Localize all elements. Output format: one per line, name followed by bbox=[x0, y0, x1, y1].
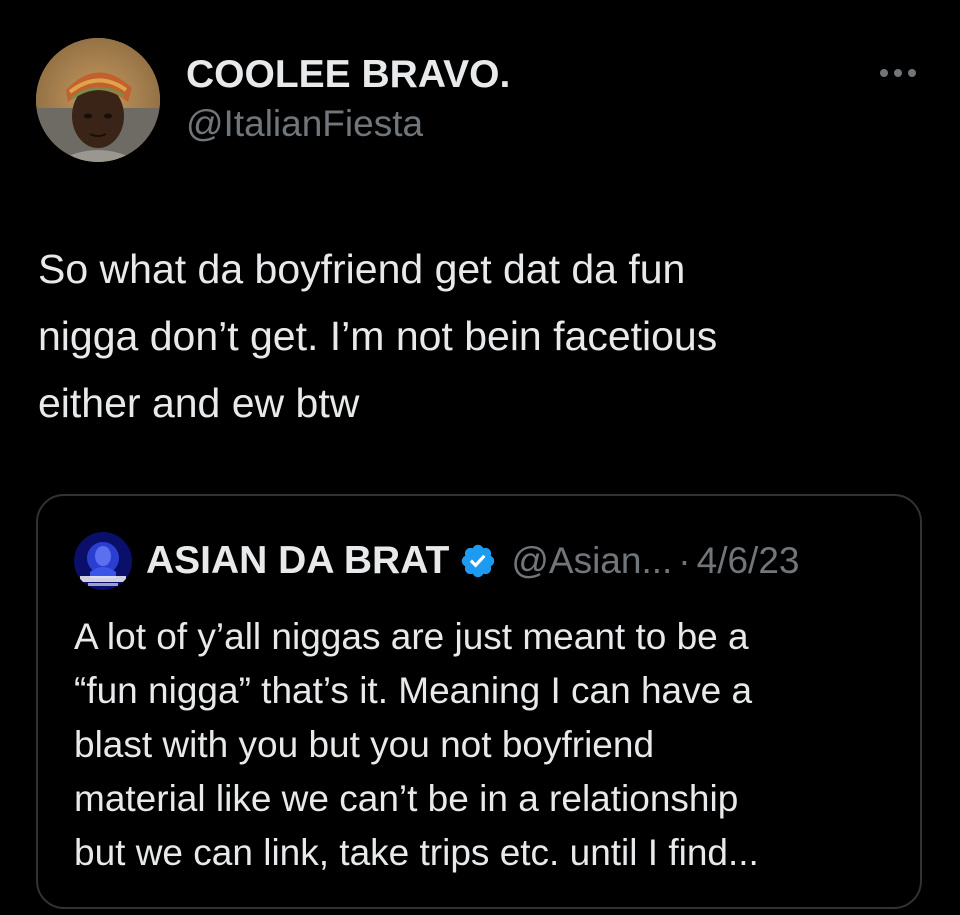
avatar-photo-icon bbox=[74, 532, 132, 590]
more-horizontal-icon bbox=[894, 69, 902, 77]
quoted-text-line: “fun nigga” that’s it. Meaning I can hav… bbox=[74, 670, 753, 711]
separator-dot: · bbox=[678, 540, 691, 581]
author-avatar[interactable] bbox=[36, 38, 160, 162]
quoted-tweet-card[interactable]: ASIAN DA BRAT @Asian... · 4/6/23 A lot o… bbox=[36, 494, 922, 909]
quoted-text-line: blast with you but you not boyfriend bbox=[74, 724, 655, 765]
more-options-button[interactable] bbox=[870, 58, 926, 88]
quoted-tweet-header: ASIAN DA BRAT @Asian... · 4/6/23 bbox=[146, 536, 800, 586]
more-horizontal-icon bbox=[880, 69, 888, 77]
quoted-author-display-name[interactable]: ASIAN DA BRAT bbox=[146, 539, 449, 583]
tweet: COOLEE BRAVO. @ItalianFiesta So what da … bbox=[0, 0, 960, 915]
quoted-text-line: A lot of y’all niggas are just meant to … bbox=[74, 616, 749, 657]
tweet-text: So what da boyfriend get dat da fun nigg… bbox=[38, 236, 918, 437]
quoted-tweet-text: A lot of y’all niggas are just meant to … bbox=[74, 610, 904, 880]
tweet-text-line: nigga don’t get. I’m not bein facetious bbox=[38, 313, 718, 359]
quoted-author-handle[interactable]: @Asian... bbox=[511, 540, 672, 582]
tweet-text-line: either and ew btw bbox=[38, 380, 360, 426]
quoted-tweet-date[interactable]: 4/6/23 bbox=[697, 540, 800, 582]
avatar-photo-icon bbox=[36, 38, 160, 162]
verified-badge-icon bbox=[462, 544, 495, 578]
quoted-author-avatar[interactable] bbox=[74, 532, 132, 590]
quoted-text-line: material like we can’t be in a relations… bbox=[74, 778, 739, 819]
author-handle[interactable]: @ItalianFiesta bbox=[186, 103, 423, 145]
author-display-name[interactable]: COOLEE BRAVO. bbox=[186, 53, 510, 97]
quoted-text-line: but we can link, take trips etc. until I… bbox=[74, 832, 759, 873]
more-horizontal-icon bbox=[908, 69, 916, 77]
tweet-text-line: So what da boyfriend get dat da fun bbox=[38, 246, 686, 292]
